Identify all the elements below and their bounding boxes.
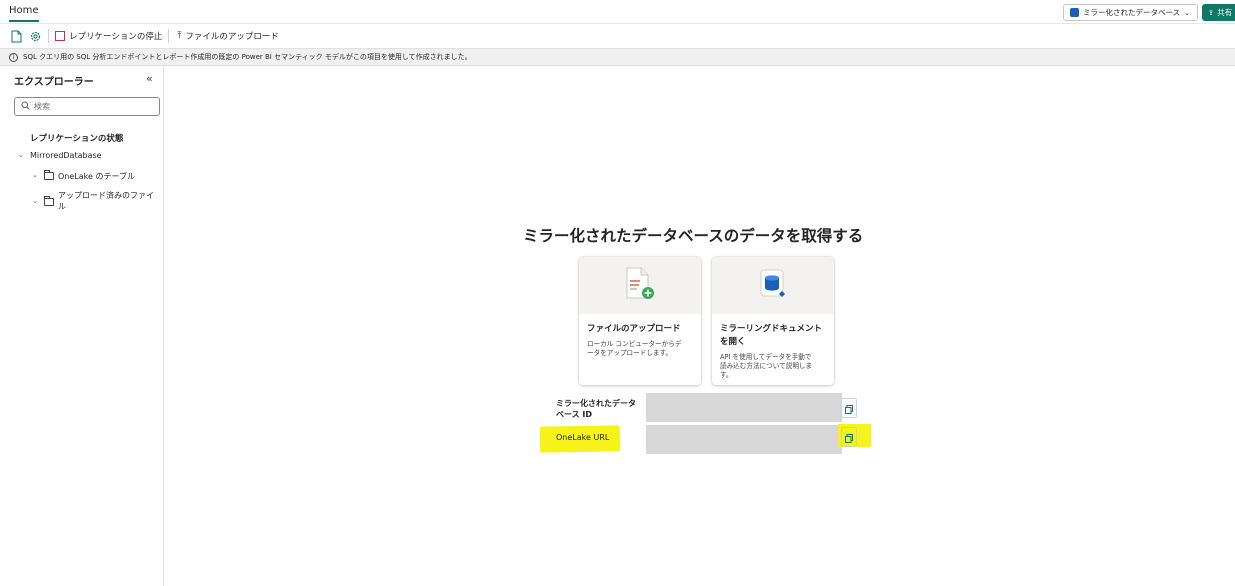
upload-files-label: ファイルのアップロード <box>185 32 279 42</box>
tree-item-mirrored-database[interactable]: ⌄ MirroredDatabase <box>18 151 102 160</box>
upload-files-button[interactable]: ⤒ ファイルのアップロード <box>177 30 279 42</box>
title-line: ミラーリングドキュメント <box>720 324 823 334</box>
upload-icon: ⤒ <box>177 31 182 41</box>
explorer-title: エクスプローラー <box>14 77 94 88</box>
desc-line: ローカル コンピューターからデ <box>587 340 682 348</box>
desc-line: API を使用してデータを手動で <box>720 353 812 361</box>
onelake-url-value-redacted <box>646 425 842 454</box>
settings-icon[interactable] <box>28 29 42 43</box>
desc-line: す。 <box>720 371 733 379</box>
item-switcher-label: ミラー化されたデータベース <box>1083 8 1181 17</box>
tab-home[interactable]: Home <box>9 5 39 22</box>
folder-icon <box>44 196 54 206</box>
card-title: ミラーリングドキュメント を開く <box>712 314 834 349</box>
card-description: API を使用してデータを手動で 読み込む方法について説明しま す。 <box>712 349 834 380</box>
tree-label-line: アップロード済みのファイ <box>58 191 154 200</box>
chevron-down-icon[interactable]: ⌄ <box>18 151 26 159</box>
toolbar: レプリケーションの停止 ⤒ ファイルのアップロード <box>0 24 1235 48</box>
chevron-down-icon[interactable]: ⌄ <box>32 171 40 179</box>
share-icon: ⇪ <box>1208 8 1215 17</box>
folder-icon <box>44 170 54 180</box>
search-icon <box>21 101 30 112</box>
upload-file-icon <box>624 266 656 306</box>
desc-line: 読み込む方法について説明しま <box>720 362 813 370</box>
stop-replication-button[interactable]: レプリケーションの停止 <box>55 30 162 42</box>
mirror-id-label: ミラー化されたデータ ベース ID <box>556 398 636 420</box>
chevron-down-icon[interactable]: ⌄ <box>32 197 40 205</box>
item-switcher-dropdown[interactable]: ミラー化されたデータベース ⌄ <box>1063 4 1198 21</box>
tree-item-uploaded-files[interactable]: ⌄ アップロード済みのファイ ル <box>32 190 154 212</box>
search-input[interactable] <box>34 102 144 111</box>
stop-icon <box>55 31 65 41</box>
toolbar-divider <box>48 29 49 43</box>
card-illustration <box>712 257 834 314</box>
info-icon: i <box>9 52 18 62</box>
tree-label-line: ル <box>58 202 66 211</box>
replication-status-link[interactable]: レプリケーションの状態 <box>30 132 123 144</box>
share-button[interactable]: ⇪ 共有 <box>1202 4 1235 21</box>
share-label: 共有 <box>1217 8 1233 17</box>
card-title: ファイルのアップロード <box>587 324 681 334</box>
tree-item-label: OneLake のテーブル <box>58 172 135 181</box>
upload-files-card[interactable]: ファイルのアップロード ローカル コンピューターからデ ータをアップロードします… <box>579 257 701 385</box>
onelake-url-label: OneLake URL <box>556 433 610 442</box>
tree-item-label: MirroredDatabase <box>30 151 102 160</box>
mirror-id-value-redacted <box>646 393 842 422</box>
card-description: ローカル コンピューターからデ ータをアップロードします。 <box>579 336 701 358</box>
new-file-icon[interactable] <box>10 29 24 43</box>
label-line: ミラー化されたデータ <box>556 399 636 408</box>
page-title: ミラー化されたデータベースのデータを取得する <box>523 227 864 245</box>
toolbar-divider <box>168 29 170 43</box>
mirroring-docs-card[interactable]: ミラーリングドキュメント を開く API を使用してデータを手動で 読み込む方法… <box>712 257 834 385</box>
stop-replication-label: レプリケーションの停止 <box>69 32 163 42</box>
tree-item-label: アップロード済みのファイ ル <box>58 190 154 212</box>
copy-mirror-id-button[interactable] <box>841 398 857 418</box>
top-tab-bar: Home ミラー化されたデータベース ⌄ ⇪ 共有 <box>0 0 1235 24</box>
mirrored-database-icon <box>757 267 789 305</box>
database-icon <box>1070 8 1079 17</box>
explorer-search[interactable] <box>14 97 160 116</box>
collapse-pane-icon[interactable]: « <box>146 72 153 85</box>
card-illustration <box>579 257 701 314</box>
tree-item-onelake-tables[interactable]: ⌄ OneLake のテーブル <box>32 170 135 182</box>
copy-icon <box>845 428 853 447</box>
explorer-pane: エクスプローラー « レプリケーションの状態 ⌄ MirroredDatabas… <box>0 66 164 586</box>
info-bar: i SQL クエリ用の SQL 分析エンドポイントとレポート作成用の既定の Po… <box>0 48 1235 66</box>
info-message: SQL クエリ用の SQL 分析エンドポイントとレポート作成用の既定の Powe… <box>23 53 472 61</box>
chevron-down-icon: ⌄ <box>1184 8 1190 17</box>
desc-line: ータをアップロードします。 <box>587 349 673 357</box>
title-line: を開く <box>720 337 746 347</box>
label-line: ベース ID <box>556 410 593 419</box>
copy-onelake-url-button[interactable] <box>841 427 857 447</box>
copy-icon <box>845 399 853 418</box>
